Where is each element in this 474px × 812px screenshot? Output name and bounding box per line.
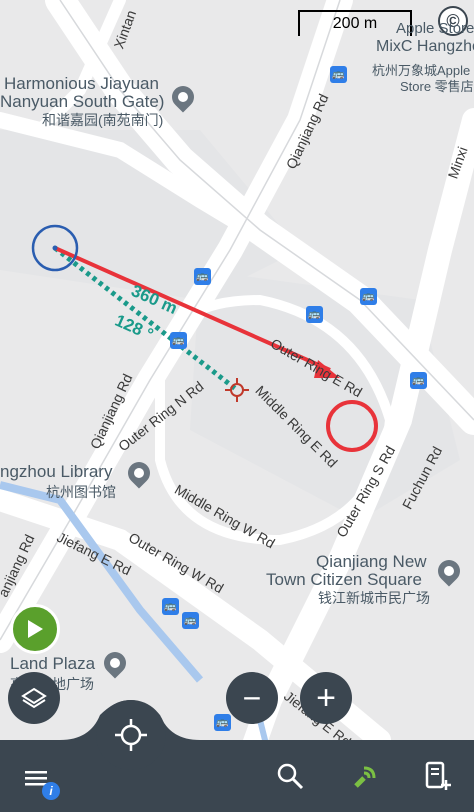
bus-stop-icon[interactable]: 🚌 — [306, 306, 323, 323]
location-dot — [52, 245, 58, 251]
add-marker-button[interactable] — [418, 756, 458, 796]
poi-citizen-square-line3: 钱江新城市民广场 — [318, 590, 430, 606]
bus-stop-icon[interactable]: 🚌 — [360, 288, 377, 305]
my-location-button[interactable] — [96, 700, 166, 770]
toolbar-bump — [60, 700, 200, 740]
my-location-icon — [115, 719, 147, 751]
search-button[interactable] — [270, 756, 310, 796]
satellite-icon — [354, 766, 376, 788]
poi-citizen-square-line2: Town Citizen Square — [266, 570, 422, 589]
menu-button[interactable]: i — [18, 760, 60, 800]
info-badge-icon: i — [42, 782, 60, 800]
poi-harmonious-line1: Harmonious Jiayuan — [4, 74, 159, 93]
poi-apple-store-line1: Apple Store, th — [396, 20, 474, 37]
bus-stop-icon[interactable]: 🚌 — [182, 612, 199, 629]
bus-stop-icon[interactable]: 🚌 — [330, 66, 347, 83]
add-waypoint-icon — [425, 761, 451, 790]
scale-bar: 200 m — [298, 10, 412, 36]
poi-citizen-square-line1: Qianjiang New — [316, 552, 427, 571]
bus-stop-icon[interactable]: 🚌 — [170, 332, 187, 349]
poi-harmonious-line3: 和谐嘉园(南苑南门) — [42, 112, 164, 128]
poi-apple-store-line2: MixC Hangzhou — [376, 38, 474, 55]
bus-stop-icon[interactable]: 🚌 — [162, 598, 179, 615]
poi-library-line2: 杭州图书馆 — [46, 484, 116, 500]
scale-label: 200 m — [332, 15, 378, 32]
poi-library-line1: ngzhou Library — [0, 462, 113, 481]
poi-apple-store-line4: Store 零售店 — [400, 79, 474, 94]
play-icon — [28, 620, 43, 638]
gps-status-button[interactable] — [346, 756, 386, 796]
bus-stop-icon[interactable]: 🚌 — [194, 268, 211, 285]
play-button[interactable] — [10, 604, 60, 654]
poi-harmonious-line2: Nanyuan South Gate) — [0, 92, 165, 111]
bus-stop-icon[interactable]: 🚌 — [410, 372, 427, 389]
search-icon — [277, 763, 304, 790]
poi-land-plaza-line1: Land Plaza — [10, 654, 96, 673]
bottom-toolbar — [0, 740, 474, 812]
